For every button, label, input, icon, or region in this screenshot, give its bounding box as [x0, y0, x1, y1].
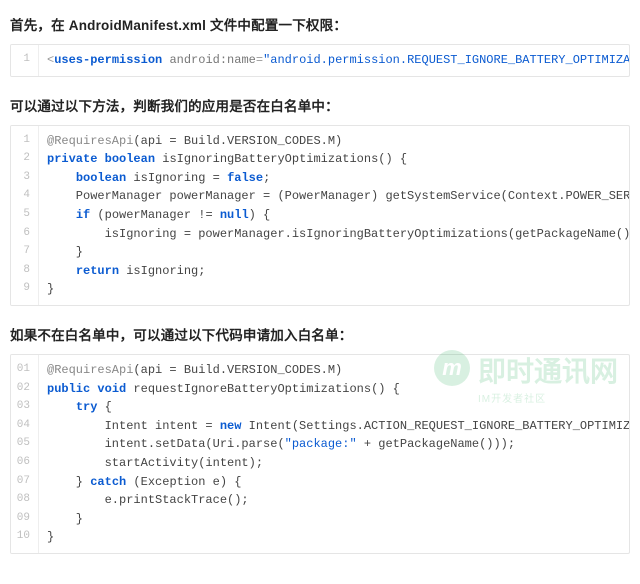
code-line: 01@RequiresApi(api = Build.VERSION_CODES…	[11, 355, 629, 380]
line-number: 01	[11, 355, 39, 380]
line-number: 06	[11, 454, 39, 473]
code-content: <uses-permission android:name="android.p…	[39, 45, 629, 76]
line-number: 10	[11, 528, 39, 553]
code-content: }	[39, 528, 629, 553]
code-line: 10}	[11, 528, 629, 553]
code-content: return isIgnoring;	[39, 262, 629, 281]
code-content: e.printStackTrace();	[39, 491, 629, 510]
code-line: 5 if (powerManager != null) {	[11, 206, 629, 225]
section-heading-1: 首先，在 AndroidManifest.xml 文件中配置一下权限：	[10, 14, 630, 34]
code-content: isIgnoring = powerManager.isIgnoringBatt…	[39, 225, 629, 244]
code-line: 09 }	[11, 510, 629, 529]
line-number: 4	[11, 187, 39, 206]
code-block-1: 1<uses-permission android:name="android.…	[10, 44, 630, 77]
line-number: 3	[11, 169, 39, 188]
code-content: public void requestIgnoreBatteryOptimiza…	[39, 380, 629, 399]
code-content: }	[39, 280, 629, 305]
code-line: 08 e.printStackTrace();	[11, 491, 629, 510]
line-number: 5	[11, 206, 39, 225]
code-content: }	[39, 510, 629, 529]
code-line: 2private boolean isIgnoringBatteryOptimi…	[11, 150, 629, 169]
code-content: @RequiresApi(api = Build.VERSION_CODES.M…	[39, 355, 629, 380]
line-number: 6	[11, 225, 39, 244]
code-content: startActivity(intent);	[39, 454, 629, 473]
line-number: 9	[11, 280, 39, 305]
line-number: 09	[11, 510, 39, 529]
heading-pre: 首先，在	[10, 18, 69, 33]
line-number: 8	[11, 262, 39, 281]
line-number: 2	[11, 150, 39, 169]
line-number: 07	[11, 473, 39, 492]
code-content: } catch (Exception e) {	[39, 473, 629, 492]
code-content: boolean isIgnoring = false;	[39, 169, 629, 188]
code-content: PowerManager powerManager = (PowerManage…	[39, 187, 629, 206]
code-line: 07 } catch (Exception e) {	[11, 473, 629, 492]
code-line: 03 try {	[11, 398, 629, 417]
section-heading-2: 可以通过以下方法，判断我们的应用是否在白名单中：	[10, 95, 630, 115]
line-number: 04	[11, 417, 39, 436]
code-block-2: 1@RequiresApi(api = Build.VERSION_CODES.…	[10, 125, 630, 306]
code-content: Intent intent = new Intent(Settings.ACTI…	[39, 417, 629, 436]
line-number: 1	[11, 45, 39, 76]
code-content: if (powerManager != null) {	[39, 206, 629, 225]
code-content: try {	[39, 398, 629, 417]
line-number: 08	[11, 491, 39, 510]
code-line: 4 PowerManager powerManager = (PowerMana…	[11, 187, 629, 206]
code-content: private boolean isIgnoringBatteryOptimiz…	[39, 150, 629, 169]
line-number: 1	[11, 126, 39, 151]
code-block-3: 01@RequiresApi(api = Build.VERSION_CODES…	[10, 354, 630, 554]
line-number: 7	[11, 243, 39, 262]
heading-bold: AndroidManifest.xml	[69, 18, 206, 33]
section-heading-3: 如果不在白名单中，可以通过以下代码申请加入白名单：	[10, 324, 630, 344]
line-number: 02	[11, 380, 39, 399]
code-line: 02public void requestIgnoreBatteryOptimi…	[11, 380, 629, 399]
code-line: 06 startActivity(intent);	[11, 454, 629, 473]
code-line: 8 return isIgnoring;	[11, 262, 629, 281]
code-line: 6 isIgnoring = powerManager.isIgnoringBa…	[11, 225, 629, 244]
line-number: 03	[11, 398, 39, 417]
code-line: 05 intent.setData(Uri.parse("package:" +…	[11, 435, 629, 454]
code-line: 1<uses-permission android:name="android.…	[11, 45, 629, 76]
line-number: 05	[11, 435, 39, 454]
code-content: @RequiresApi(api = Build.VERSION_CODES.M…	[39, 126, 629, 151]
code-content: intent.setData(Uri.parse("package:" + ge…	[39, 435, 629, 454]
code-line: 04 Intent intent = new Intent(Settings.A…	[11, 417, 629, 436]
code-line: 7 }	[11, 243, 629, 262]
code-line: 3 boolean isIgnoring = false;	[11, 169, 629, 188]
heading-post: 文件中配置一下权限：	[206, 18, 347, 33]
code-line: 9}	[11, 280, 629, 305]
code-line: 1@RequiresApi(api = Build.VERSION_CODES.…	[11, 126, 629, 151]
code-content: }	[39, 243, 629, 262]
